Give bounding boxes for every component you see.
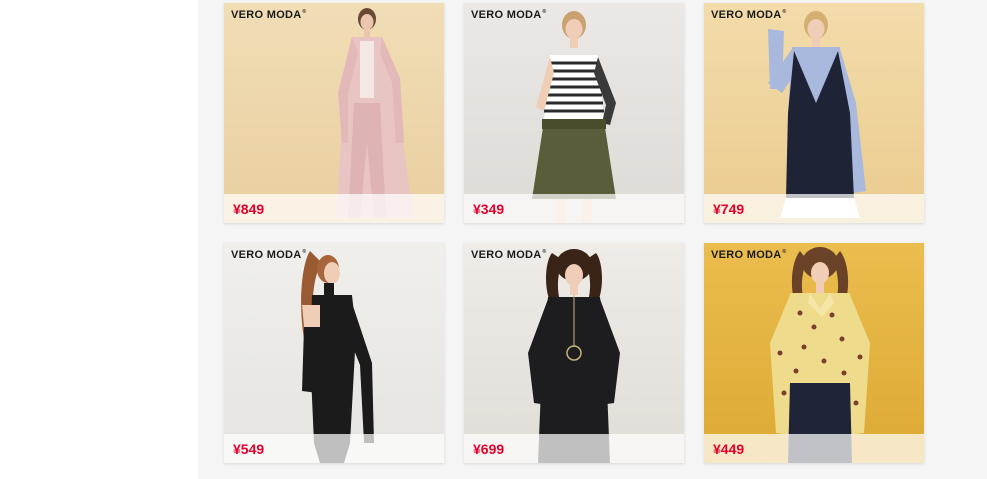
product-card[interactable]: VERO MODA® ¥749 [704,3,924,223]
brand-logo: VERO MODA® [711,249,787,261]
brand-logo: VERO MODA® [471,9,547,21]
product-card[interactable]: VERO MODA® ¥349 [464,3,684,223]
product-price: ¥549 [233,441,265,457]
price-bar: ¥749 [704,194,924,223]
product-card[interactable]: VERO MODA® ¥699 [464,243,684,463]
product-card[interactable]: VERO MODA® ¥549 [224,243,444,463]
product-card[interactable]: VERO MODA® ¥449 [704,243,924,463]
left-blank-area [0,0,198,479]
price-bar: ¥699 [464,434,684,463]
model-yellow-floral-blouse-icon [770,247,870,463]
price-bar: ¥549 [224,434,444,463]
model-black-knit-dress-icon [528,249,620,463]
price-bar: ¥449 [704,434,924,463]
product-price: ¥749 [713,201,745,217]
model-striped-top-olive-skirt-icon [532,11,616,223]
brand-logo: VERO MODA® [231,249,307,261]
page: VERO MODA® ¥849 VERO MODA® ¥349 VERO MOD… [0,0,987,479]
model-navy-pinafore-dress-icon [768,11,866,218]
product-price: ¥849 [233,201,265,217]
brand-logo: VERO MODA® [711,9,787,21]
price-bar: ¥849 [224,194,444,223]
product-grid-panel: VERO MODA® ¥849 VERO MODA® ¥349 VERO MOD… [198,0,987,479]
product-card[interactable]: VERO MODA® ¥849 [224,3,444,223]
model-black-cold-shoulder-knit-icon [301,251,374,463]
model-pink-trench-coat-icon [336,8,414,218]
product-price: ¥699 [473,441,505,457]
brand-logo: VERO MODA® [471,249,547,261]
brand-logo: VERO MODA® [231,9,307,21]
product-price: ¥349 [473,201,505,217]
product-price: ¥449 [713,441,745,457]
price-bar: ¥349 [464,194,684,223]
